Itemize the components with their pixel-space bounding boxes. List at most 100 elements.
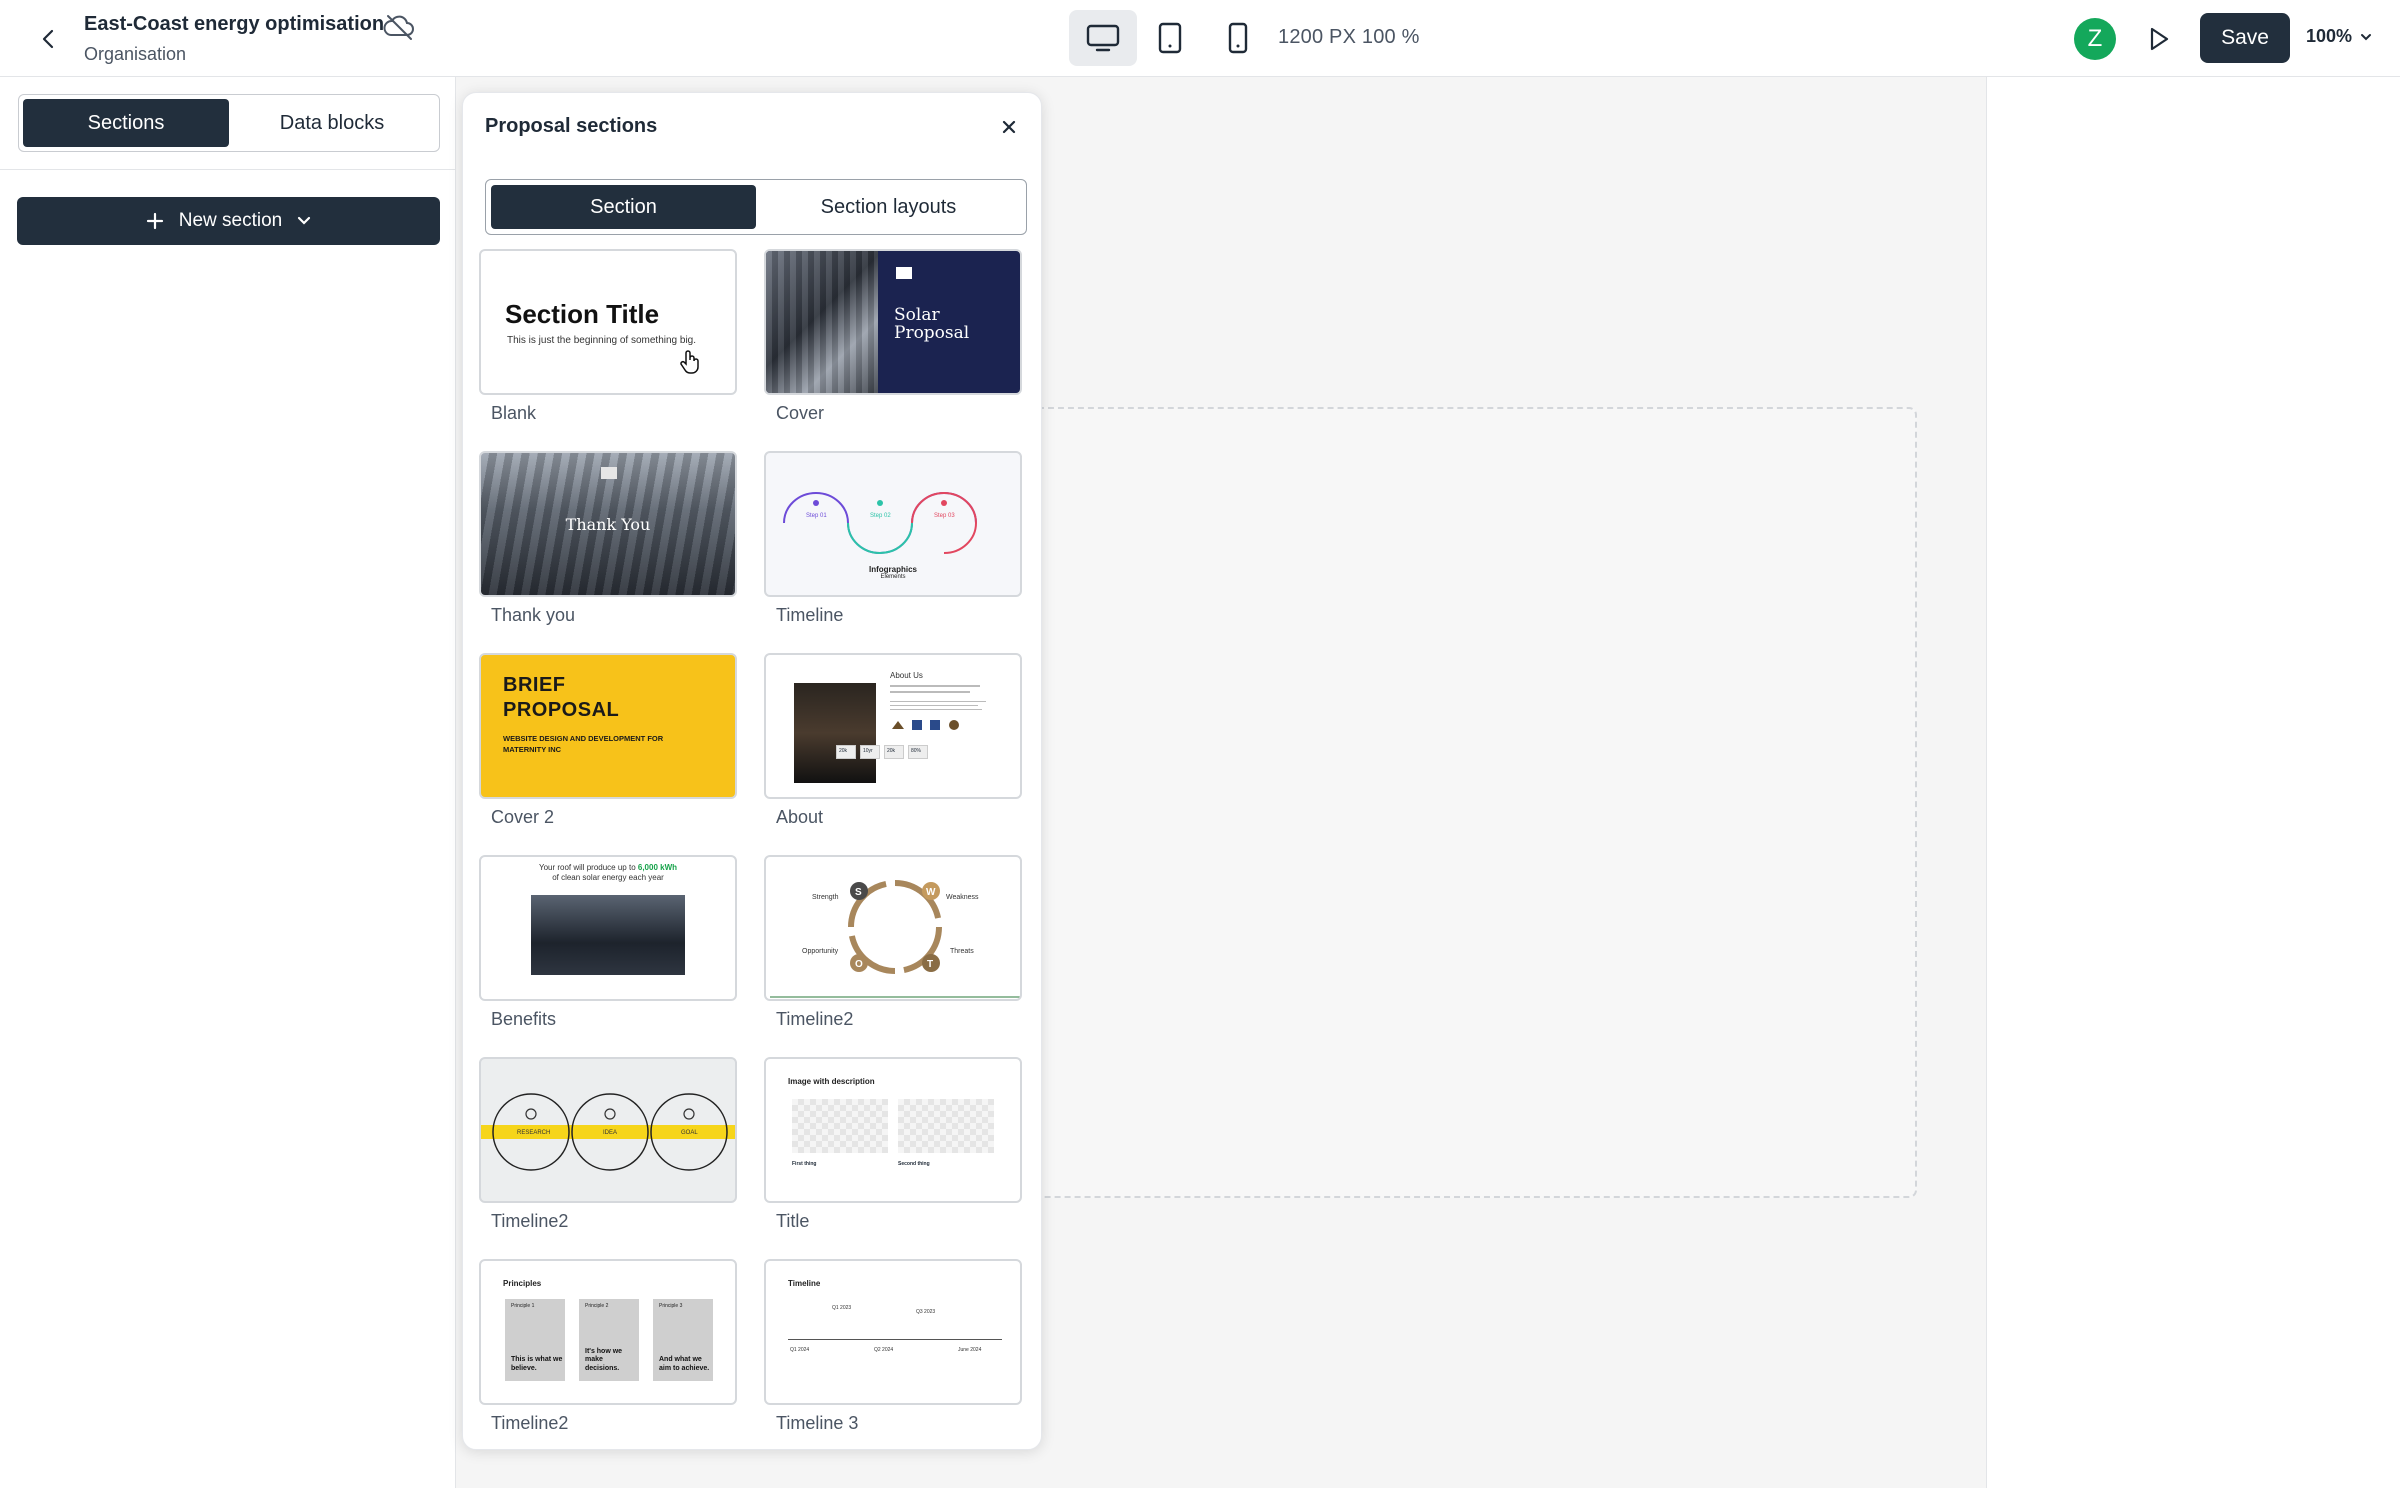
swot-word: Weakness — [946, 894, 979, 901]
timeline-label: RESEARCH — [517, 1130, 550, 1136]
thumb-heading: BRIEF PROPOSAL — [503, 674, 620, 721]
avatar[interactable]: Z — [2074, 18, 2116, 60]
thumb-heading: Timeline — [788, 1279, 821, 1288]
panel-tabs: Section Section layouts — [485, 179, 1027, 235]
sidebar-tabs: Sections Data blocks — [18, 94, 440, 152]
swot-letter: T — [927, 959, 933, 970]
swot-word: Strength — [812, 894, 839, 901]
template-card-thank-you[interactable]: Thank You Thank you — [479, 451, 737, 626]
swot-letter: O — [855, 959, 863, 970]
close-icon — [1002, 120, 1016, 134]
close-button[interactable] — [993, 111, 1025, 143]
text-line — [890, 709, 982, 710]
principle-box: Principle 2 It's how we make decisions. — [579, 1299, 639, 1381]
thumb-heading: Solar Proposal — [894, 305, 970, 343]
template-label: Cover 2 — [491, 807, 555, 827]
template-label: Thank you — [491, 605, 576, 625]
stat-box: 20k — [884, 745, 904, 759]
tab-section-layouts[interactable]: Section layouts — [756, 185, 1021, 229]
template-label: About — [776, 807, 824, 827]
template-card-timeline[interactable]: Step 01 Step 02 Step 03 Infographics Ele… — [764, 451, 1022, 626]
swot-word: Threats — [950, 948, 974, 955]
template-label: Title — [776, 1211, 810, 1231]
plus-icon — [146, 212, 163, 230]
timeline-label: GOAL — [681, 1130, 698, 1136]
back-button[interactable] — [28, 22, 68, 56]
tab-sections[interactable]: Sections — [23, 99, 229, 147]
chevron-down-icon — [2361, 33, 2372, 40]
zoom-dropdown[interactable]: 100% — [2306, 26, 2372, 47]
template-card-about[interactable]: About Us 20k 10yr 20k 80% About — [764, 653, 1022, 828]
zoom-label: 100% — [2306, 26, 2353, 46]
logo-mark — [601, 467, 617, 479]
cloud-off-icon — [383, 15, 414, 40]
new-section-button[interactable]: New section — [17, 197, 440, 245]
stat-box: 10yr — [860, 745, 880, 759]
swot-graphic: S W O T Strength Weakness Opportunity Th… — [770, 880, 1020, 998]
template-thumbnail: About Us 20k 10yr 20k 80% — [764, 653, 1022, 799]
text-line — [890, 701, 986, 702]
preview-button[interactable] — [2140, 20, 2178, 58]
chevron-left-icon — [42, 29, 54, 49]
proposal-sections-panel: Proposal sections Section Section layout… — [462, 92, 1042, 1450]
template-card-benefits[interactable]: Your roof will produce up to 6,000 kWh o… — [479, 855, 737, 1030]
template-card-cover-2[interactable]: BRIEF PROPOSAL WEBSITE DESIGN AND DEVELO… — [479, 653, 737, 828]
solar-photo — [531, 895, 685, 975]
template-card-timeline-3[interactable]: Timeline Q1 2023 Q3 2023 Q1 2024 Q2 2024… — [764, 1259, 1022, 1434]
template-card-blank[interactable]: Section Title This is just the beginning… — [479, 249, 737, 424]
thumb-heading: About Us — [890, 671, 923, 680]
canvas-size-readout: 1200 PX 100 % — [1278, 26, 1420, 48]
mobile-view-button[interactable] — [1204, 10, 1272, 66]
divider — [0, 169, 456, 170]
chevron-down-icon — [298, 216, 311, 225]
image-placeholder — [898, 1099, 994, 1153]
swot-letter: S — [855, 887, 862, 898]
template-thumbnail: Image with description First thing Secon… — [764, 1057, 1022, 1203]
tablet-view-button[interactable] — [1136, 10, 1204, 66]
left-sidebar: Sections Data blocks New section — [0, 77, 456, 1488]
text-line — [890, 685, 980, 687]
timeline-label: IDEA — [603, 1130, 617, 1136]
template-label: Cover — [776, 403, 825, 423]
image-placeholder — [792, 1099, 888, 1153]
tab-data-blocks[interactable]: Data blocks — [229, 99, 435, 147]
building-photo — [794, 683, 876, 783]
template-card-timeline2-principles[interactable]: Principles Principle 1 This is what we be… — [479, 1259, 737, 1434]
swot-letter: W — [926, 887, 936, 898]
timeline-line — [788, 1339, 1002, 1340]
template-label: Timeline — [776, 605, 844, 625]
template-label: Timeline2 — [491, 1211, 569, 1231]
timeline-step: Step 03 — [934, 513, 955, 519]
template-thumbnail: BRIEF PROPOSAL WEBSITE DESIGN AND DEVELO… — [479, 653, 737, 799]
building-photo — [766, 251, 878, 393]
template-card-title[interactable]: Image with description First thing Secon… — [764, 1057, 1022, 1232]
template-thumbnail: Section Title This is just the beginning… — [479, 249, 737, 395]
play-icon — [2150, 27, 2169, 51]
tab-section[interactable]: Section — [491, 185, 756, 229]
stat-box: 80% — [908, 745, 928, 759]
template-thumbnail: Your roof will produce up to 6,000 kWh o… — [479, 855, 737, 1001]
template-thumbnail: Solar Proposal — [764, 249, 1022, 395]
template-card-timeline2-swot[interactable]: S W O T Strength Weakness Opportunity Th… — [764, 855, 1022, 1030]
document-subtitle: Organisation — [84, 44, 187, 64]
template-label: Benefits — [491, 1009, 557, 1029]
canvas-drop-zone[interactable] — [1020, 407, 1917, 1198]
template-thumbnail: RESEARCH IDEA GOAL — [479, 1057, 737, 1203]
stat-box: 20k — [836, 745, 856, 759]
panel-title: Proposal sections — [485, 115, 658, 137]
desktop-view-button[interactable] — [1069, 10, 1137, 66]
save-button[interactable]: Save — [2200, 13, 2290, 63]
template-label: Timeline2 — [776, 1009, 854, 1029]
icons-row — [892, 720, 959, 730]
swot-word: Opportunity — [802, 948, 839, 955]
tablet-icon — [1158, 22, 1182, 54]
template-card-timeline2-circles[interactable]: RESEARCH IDEA GOAL Timeline2 — [479, 1057, 737, 1232]
template-card-cover[interactable]: Solar Proposal Cover — [764, 249, 1022, 424]
thumb-heading: Thank You — [565, 515, 651, 534]
text-line — [890, 691, 970, 693]
hand-cursor-icon — [680, 350, 699, 374]
template-label: Timeline 3 — [776, 1413, 859, 1433]
timeline-step: Step 01 — [806, 513, 827, 519]
document-title[interactable]: East-Coast energy optimisation — [84, 13, 384, 36]
timeline-step: Step 02 — [870, 513, 891, 519]
